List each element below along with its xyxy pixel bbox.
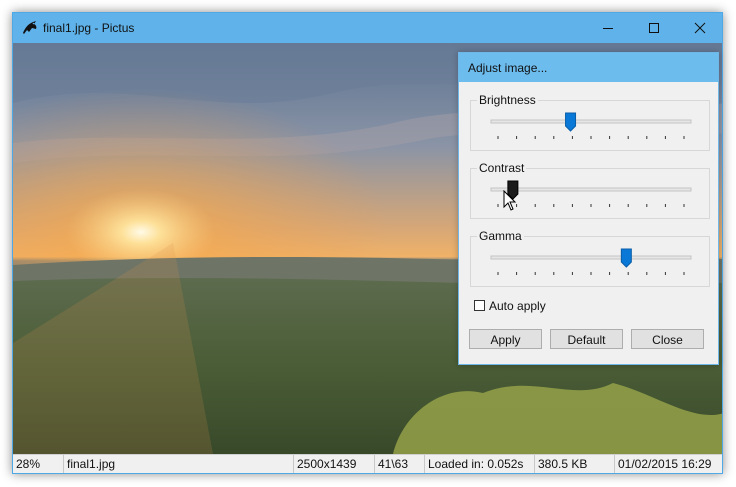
status-position: 41\63	[375, 455, 425, 473]
maximize-button[interactable]	[631, 13, 677, 43]
apply-button[interactable]: Apply	[469, 329, 542, 349]
brightness-label: Brightness	[477, 93, 538, 107]
auto-apply-checkbox[interactable]	[474, 300, 485, 311]
slider-thumb[interactable]	[565, 112, 577, 132]
minimize-button[interactable]	[585, 13, 631, 43]
status-bar: 28% final1.jpg 2500x1439 41\63 Loaded in…	[13, 454, 722, 473]
slider-track	[490, 119, 692, 124]
slider-track	[490, 255, 692, 260]
gamma-group: Gamma	[470, 229, 710, 287]
close-window-button[interactable]	[677, 13, 722, 43]
brightness-group: Brightness	[470, 93, 710, 151]
status-file-size: 380.5 KB	[535, 455, 615, 473]
auto-apply-label[interactable]: Auto apply	[489, 299, 546, 313]
close-icon	[694, 22, 706, 34]
title-bar[interactable]: final1.jpg - Pictus	[13, 13, 722, 43]
mouse-pointer-icon	[503, 190, 517, 211]
brightness-slider[interactable]	[485, 111, 697, 143]
slider-graphic	[490, 112, 692, 139]
default-button[interactable]: Default	[550, 329, 623, 349]
window-title: final1.jpg - Pictus	[43, 21, 135, 35]
status-filename: final1.jpg	[64, 455, 294, 473]
status-zoom: 28%	[13, 455, 64, 473]
slider-thumb[interactable]	[620, 248, 632, 268]
close-dialog-button[interactable]: Close	[631, 329, 704, 349]
slider-graphic	[490, 248, 692, 275]
dialog-title: Adjust image...	[468, 61, 548, 75]
status-date: 01/02/2015 16:29	[618, 457, 712, 471]
app-logo-icon	[21, 19, 39, 37]
status-load-time: Loaded in: 0.052s	[425, 455, 535, 473]
gamma-label: Gamma	[477, 229, 524, 243]
minimize-icon	[603, 28, 613, 29]
slider-track	[490, 187, 692, 192]
contrast-label: Contrast	[477, 161, 527, 175]
dialog-title-bar[interactable]: Adjust image...	[459, 53, 718, 82]
adjust-image-dialog: Adjust image... Brightness Contrast Gamm…	[458, 52, 719, 365]
status-dimensions: 2500x1439	[294, 455, 375, 473]
maximize-icon	[649, 23, 659, 33]
gamma-slider[interactable]	[485, 247, 697, 279]
